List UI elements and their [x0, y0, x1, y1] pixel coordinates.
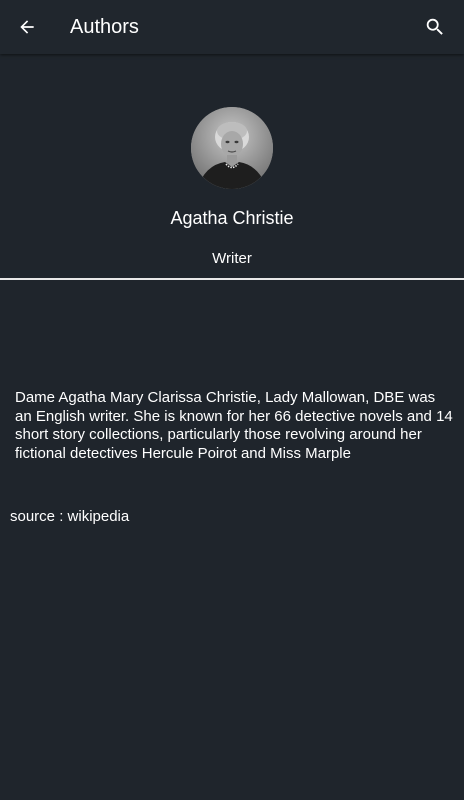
author-name: Agatha Christie [170, 208, 294, 228]
search-icon [426, 18, 443, 35]
section-divider [0, 278, 464, 280]
author-profile-header: Agatha Christie Writer [0, 54, 464, 278]
author-portrait-image [191, 107, 273, 189]
page-title: Authors [70, 16, 139, 38]
back-button[interactable] [10, 10, 44, 44]
author-role: Writer [212, 250, 252, 267]
author-biography: Dame Agatha Mary Clarissa Christie, Lady… [15, 389, 453, 462]
arrow-left-icon [20, 20, 34, 34]
search-button[interactable] [418, 10, 452, 44]
author-avatar [191, 107, 273, 189]
source-attribution: source : wikipedia [10, 508, 130, 525]
author-detail-screen: Authors Agatha Christie Writer Dame Agat… [0, 0, 464, 800]
app-toolbar: Authors [0, 0, 464, 54]
